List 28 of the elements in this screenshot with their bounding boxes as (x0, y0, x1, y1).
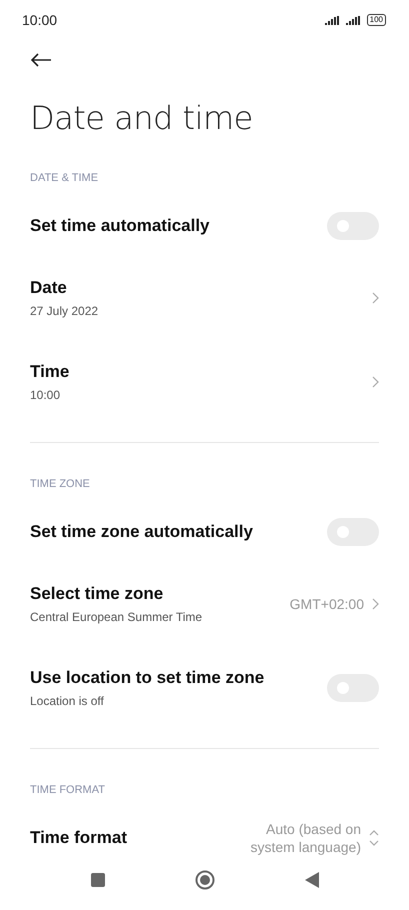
chevron-right-icon (372, 292, 379, 304)
section-header: DATE & TIME (30, 171, 100, 186)
setting-title[interactable]: Use location to set time zone (30, 668, 264, 688)
setting-title[interactable]: Select time zone (30, 584, 202, 604)
home-button[interactable] (194, 870, 214, 890)
setting-value: Auto (based on system language) (249, 820, 361, 856)
recents-button[interactable] (90, 873, 104, 887)
signal-icon (324, 16, 341, 24)
section-header: TIME ZONE (30, 477, 91, 492)
setting-subtitle: Central European Summer Time (30, 610, 202, 624)
setting-subtitle: Location is off (30, 694, 105, 708)
setting-value: GMT+02:00 (290, 596, 364, 612)
setting-title[interactable]: Time (30, 362, 70, 382)
setting-subtitle: 27 July 2022 (30, 304, 98, 318)
back-arrow-icon[interactable] (30, 53, 52, 67)
setting-title[interactable]: Date (30, 278, 98, 298)
setting-title[interactable]: Time format (30, 828, 127, 848)
setting-title[interactable]: Set time zone automatically (30, 522, 253, 542)
section-header: TIME FORMAT (30, 783, 106, 798)
setting-title[interactable]: Set time automatically (30, 216, 210, 236)
signal-icon (346, 16, 362, 24)
chevron-right-icon (372, 598, 379, 610)
setting-subtitle: 10:00 (30, 388, 62, 402)
battery-level: 100 (366, 14, 386, 26)
chevron-right-icon (372, 376, 379, 388)
page-title: Date and time (30, 98, 254, 138)
back-button[interactable] (304, 872, 318, 888)
status-time: 10:00 (22, 12, 58, 28)
